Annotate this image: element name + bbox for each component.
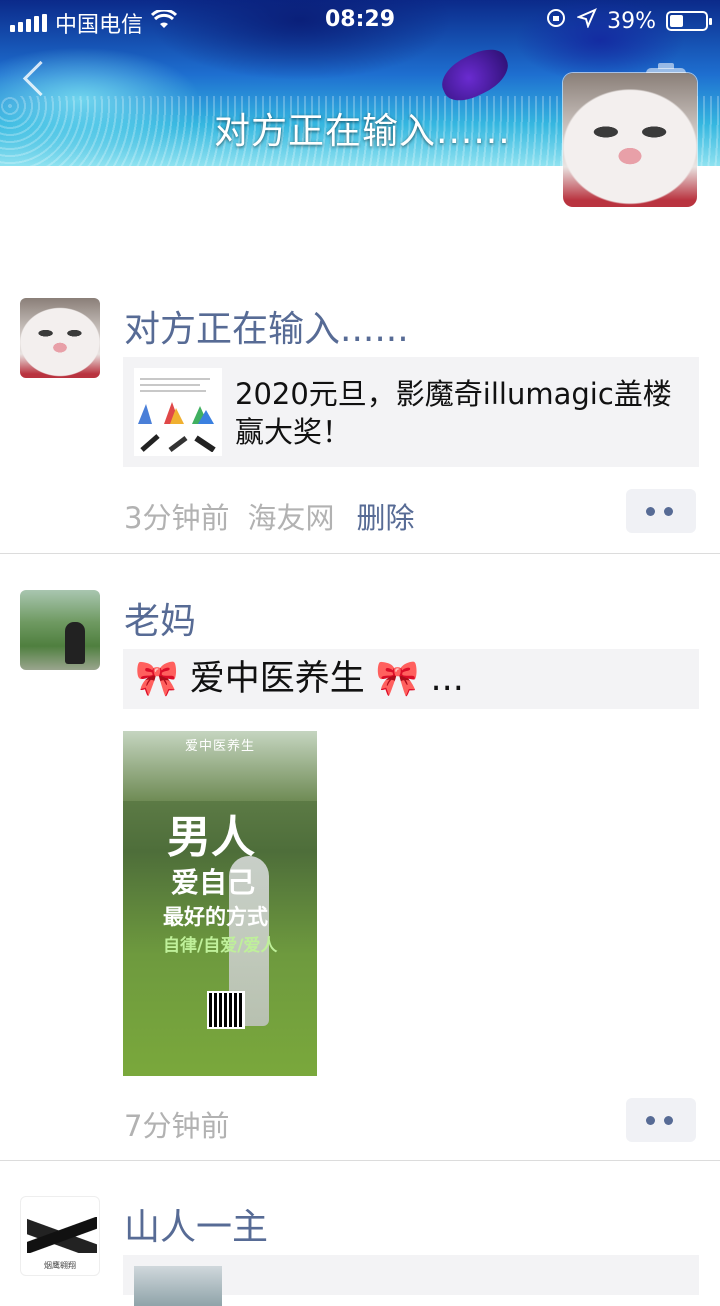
rotation-lock-icon — [545, 7, 567, 35]
avatar-figure — [65, 622, 85, 664]
post-avatar[interactable]: 烟鹰翱翔 — [20, 1196, 100, 1276]
post-author[interactable]: 山人一主 — [124, 1198, 268, 1250]
post-author[interactable]: 老妈 — [124, 592, 196, 644]
post-text-content: 🎀 爱中医养生 🎀 ... — [135, 659, 464, 699]
poster-header: 爱中医养生 — [184, 739, 255, 754]
status-right: 39% — [545, 7, 712, 35]
post-avatar[interactable] — [20, 298, 100, 378]
post-avatar[interactable] — [20, 590, 100, 670]
qr-code — [207, 991, 245, 1029]
divider — [0, 1160, 720, 1161]
location-icon — [576, 8, 598, 34]
post-text: 🎀 爱中医养生 🎀 ... — [123, 649, 699, 709]
post-time: 3分钟前 — [124, 501, 230, 535]
cover-username: 对方正在输入...... — [214, 111, 511, 152]
link-title: 2020元旦，影魔奇illumagic盖楼赢大奖！ — [235, 377, 672, 449]
link-thumbnail — [134, 368, 222, 456]
more-actions-button[interactable] — [626, 489, 696, 533]
post-author[interactable]: 对方正在输入...... — [124, 300, 409, 352]
post-source[interactable]: 海友网 — [247, 501, 334, 535]
poster-line4: 自律/自爱/爱人 — [163, 936, 278, 956]
link-thumbnail — [134, 1266, 222, 1306]
status-bar: 中国电信 08:29 39% — [0, 0, 720, 40]
battery-percent: 39% — [607, 8, 656, 34]
avatar-caption: 烟鹰翱翔 — [44, 1261, 76, 1270]
post-meta: 7分钟前 — [124, 1103, 229, 1145]
battery-icon — [666, 11, 712, 31]
link-card[interactable] — [123, 1255, 699, 1306]
profile-avatar[interactable] — [563, 73, 697, 207]
post-time: 7分钟前 — [124, 1109, 230, 1143]
poster-line3: 最好的方式 — [163, 905, 268, 929]
battery-fill — [670, 15, 684, 27]
post-meta: 3分钟前 海友网 删除 — [124, 495, 414, 537]
poster-line1: 男人 — [167, 812, 255, 863]
delete-link[interactable]: 删除 — [356, 501, 414, 535]
poster-line2: 爱自己 — [171, 866, 256, 899]
divider — [0, 553, 720, 554]
link-card[interactable]: 2020元旦，影魔奇illumagic盖楼赢大奖！ — [123, 357, 699, 467]
post-image[interactable]: 爱中医养生 男人 爱自己 最好的方式 自律/自爱/爱人 — [123, 731, 317, 1076]
eagle-icon — [27, 1217, 97, 1253]
more-actions-button[interactable] — [626, 1098, 696, 1142]
